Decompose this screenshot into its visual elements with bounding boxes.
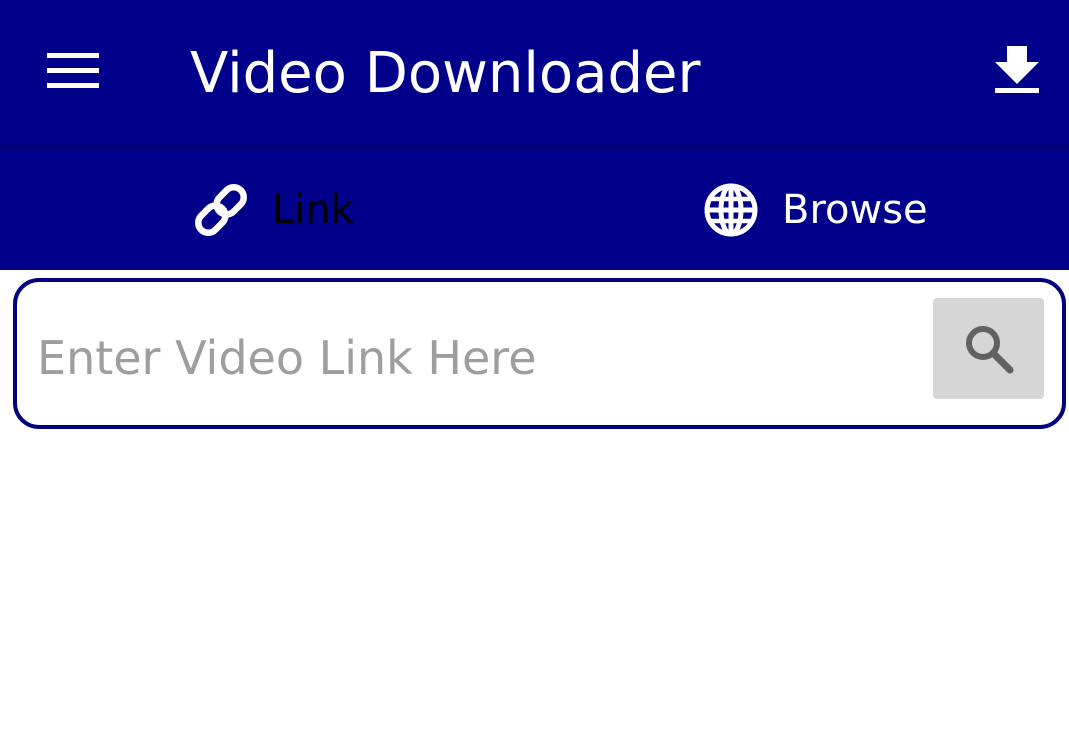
tab-link[interactable]: Link (190, 150, 354, 270)
tab-browse[interactable]: Browse (700, 150, 928, 270)
search-icon (965, 325, 1013, 373)
tab-browse-label: Browse (782, 187, 928, 233)
tab-bar: Link Browse (0, 150, 1069, 270)
hamburger-menu-icon (47, 53, 99, 88)
link-icon (195, 184, 247, 236)
app-bar: Video Downloader (0, 0, 1069, 145)
video-link-input[interactable] (37, 318, 907, 398)
menu-button[interactable] (40, 44, 106, 98)
download-icon (995, 46, 1039, 93)
tab-link-label: Link (272, 187, 354, 233)
search-box (13, 278, 1066, 429)
globe-icon (704, 183, 758, 237)
search-button[interactable] (933, 298, 1044, 399)
download-button[interactable] (990, 40, 1044, 100)
app-title: Video Downloader (190, 41, 701, 106)
